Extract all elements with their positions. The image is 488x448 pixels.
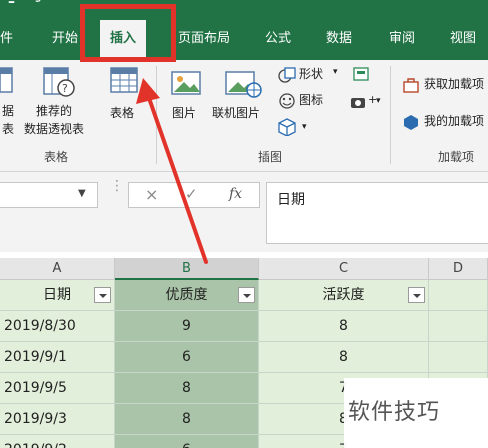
column-header-c[interactable]: C (259, 258, 429, 280)
shapes-icon (278, 67, 296, 83)
quality-cell[interactable]: 9 (115, 311, 259, 342)
header-cell-activity[interactable]: 活跃度 (259, 280, 429, 311)
table-cell[interactable] (429, 280, 488, 311)
group-separator (390, 66, 391, 164)
illustrations-group-label: 插图 (258, 150, 283, 164)
formula-bar: ▼ ⋮ × ✓ fx 日期 (0, 172, 488, 252)
header-cell-text: 优质度 (165, 287, 208, 303)
svg-text:?: ? (62, 82, 68, 95)
column-header-a[interactable]: A (0, 258, 115, 280)
cancel-icon[interactable]: × (145, 185, 158, 204)
smartart-icon[interactable] (352, 66, 372, 84)
date-cell[interactable]: 2019/9/1 (0, 342, 115, 373)
column-header-d[interactable]: D (429, 258, 488, 280)
recommended-pivot-icon: ? (43, 67, 75, 97)
shapes-dropdown-icon: ▾ (333, 67, 338, 77)
column-header-b[interactable]: B (115, 258, 259, 280)
activity-cell[interactable]: 8 (259, 342, 429, 373)
get-addins-label: 获取加载项 (424, 77, 485, 91)
header-cell-text: 日期 (43, 287, 71, 303)
addins-group-label: 加载项 (438, 150, 475, 164)
store-icon (403, 78, 419, 93)
online-pictures-label: 联机图片 (212, 106, 261, 120)
icons-icon (279, 93, 295, 109)
screenshot-icon (351, 98, 365, 108)
date-cell[interactable]: 2019/9/5 (0, 373, 115, 404)
shapes-label: 形状 (299, 67, 324, 81)
tab-formulas[interactable]: 公式 (265, 27, 291, 46)
online-pictures-icon (225, 71, 262, 98)
tables-group-label: 表格 (44, 150, 69, 164)
tab-view[interactable]: 视图 (450, 27, 476, 46)
filter-dropdown-quality-icon[interactable] (238, 287, 255, 303)
filter-dropdown-date-icon[interactable] (94, 287, 111, 303)
activity-cell[interactable]: 8 (259, 311, 429, 342)
pivot-table-label-1: 据 (2, 104, 15, 118)
recommended-pivot-label-1: 推荐的 (36, 104, 73, 118)
my-addins-label: 我的加载项 (424, 114, 485, 128)
my-addins-icon (404, 115, 418, 130)
title-bar: – ╯ (0, 0, 488, 14)
date-cell[interactable]: 2019/9/3 (0, 404, 115, 435)
quality-cell[interactable]: 8 (115, 404, 259, 435)
pivot-table-label-2: 表 (2, 122, 15, 136)
formula-buttons: × ✓ fx (128, 182, 260, 208)
tab-review[interactable]: 审阅 (389, 27, 415, 46)
tab-data[interactable]: 数据 (326, 27, 352, 46)
tab-file[interactable]: 件 (0, 27, 13, 46)
table-icon (110, 67, 138, 93)
filter-dropdown-activity-icon[interactable] (408, 287, 425, 303)
recommended-pivot-label-2: 数据透视表 (24, 122, 85, 136)
ribbon-tab-bar: 件 开始 插入 页面布局 公式 数据 审阅 视图 (0, 14, 488, 60)
icons-label: 图标 (299, 93, 324, 107)
tab-home[interactable]: 开始 (52, 27, 78, 46)
table-cell[interactable] (429, 342, 488, 373)
pivot-table-icon (0, 67, 13, 93)
watermark: 软件技巧 (344, 378, 488, 448)
table-label: 表格 (110, 106, 135, 120)
pictures-label: 图片 (172, 106, 197, 120)
date-cell[interactable]: 2019/8/30 (0, 311, 115, 342)
ribbon-insert-panel: 据 表 ? 推荐的 数据透视表 表格 表格 图片 联机图片 形状 ▾ 图标 ▾ … (0, 60, 488, 172)
screenshot-dropdown-icon: ▾ (376, 96, 381, 106)
quality-cell[interactable]: 8 (115, 373, 259, 404)
name-box-dropdown-icon[interactable]: ▼ (78, 188, 86, 199)
3d-models-dropdown-icon: ▾ (302, 122, 307, 132)
header-cell-text: 活跃度 (322, 287, 365, 303)
annotation-highlight-box (80, 4, 176, 62)
enter-icon[interactable]: ✓ (185, 185, 198, 203)
pictures-icon (171, 71, 201, 95)
quality-cell[interactable]: 6 (115, 435, 259, 448)
formula-bar-grip-icon: ⋮ (110, 178, 124, 194)
table-cell[interactable] (429, 311, 488, 342)
3d-model-icon (278, 118, 296, 136)
group-separator (156, 66, 157, 164)
quality-cell[interactable]: 6 (115, 342, 259, 373)
formula-input[interactable]: 日期 (266, 182, 488, 244)
date-cell[interactable]: 2019/9/2 (0, 435, 115, 448)
tab-page-layout[interactable]: 页面布局 (178, 27, 230, 46)
insert-function-button[interactable]: fx (229, 186, 242, 202)
